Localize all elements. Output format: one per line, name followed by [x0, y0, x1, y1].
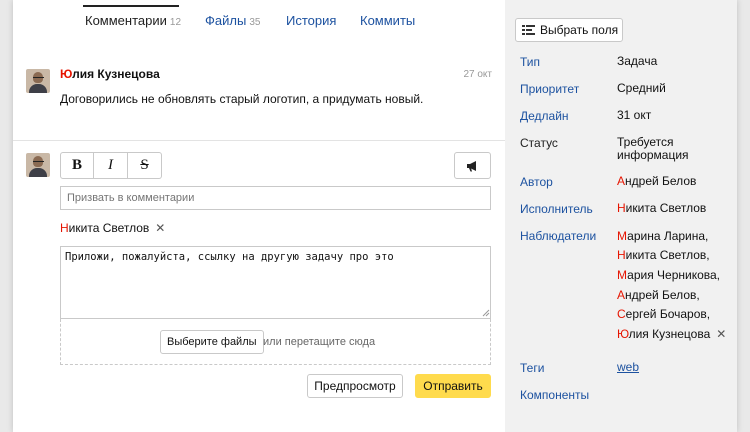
type-value[interactable]: Задача — [617, 55, 657, 68]
status-value[interactable]: Требуется информация — [617, 136, 689, 162]
tag-link[interactable]: web — [617, 361, 639, 374]
deadline-value[interactable]: 31 окт — [617, 109, 651, 122]
comment-date[interactable]: 27 окт — [463, 69, 492, 80]
type-label[interactable]: Тип — [520, 55, 540, 69]
issue-page: Комментарии 12 Файлы 35 История Коммиты Юл… — [13, 0, 737, 432]
preview-button[interactable]: Предпросмотр — [307, 374, 403, 398]
mentioned-person: Никита Светлов ✕ — [60, 221, 166, 235]
tab-label: Файлы — [205, 13, 247, 28]
watcher-item[interactable]: Никита Светлов, — [617, 248, 710, 262]
tab-label: Комментарии — [85, 13, 167, 28]
watcher-item[interactable]: Марина Ларина, — [617, 229, 708, 243]
megaphone-button[interactable] — [454, 152, 491, 179]
megaphone-icon — [466, 160, 476, 171]
avatar — [26, 153, 50, 177]
author-label[interactable]: Автор — [520, 175, 553, 189]
watcher-item[interactable]: Мария Черникова, — [617, 268, 720, 282]
tabs-bar: Комментарии 12 Файлы 35 История Коммиты — [13, 0, 505, 36]
active-tab-indicator — [83, 5, 179, 7]
fields-list-icon — [522, 24, 535, 35]
close-icon[interactable]: ✕ — [716, 327, 726, 341]
choose-files-button[interactable]: Выберите файлы — [160, 330, 264, 354]
tab-count: 12 — [169, 17, 182, 28]
tab-commits[interactable]: Коммиты — [360, 13, 415, 28]
deadline-label[interactable]: Дедлайн — [520, 109, 569, 123]
choose-fields-label: Выбрать поля — [540, 23, 619, 37]
bold-button[interactable]: B — [60, 152, 94, 179]
tab-history[interactable]: История — [286, 13, 336, 28]
tab-files[interactable]: Файлы 35 — [205, 13, 260, 28]
watchers-label[interactable]: Наблюдатели — [520, 229, 596, 243]
author-value[interactable]: Андрей Белов — [617, 175, 696, 188]
italic-button[interactable]: I — [94, 152, 128, 179]
comment-author[interactable]: Юлия Кузнецова — [60, 67, 160, 81]
strikethrough-button[interactable]: S — [128, 152, 162, 179]
close-icon[interactable]: ✕ — [155, 221, 165, 235]
mention-input[interactable] — [60, 186, 491, 210]
watcher-item[interactable]: Сергей Бочаров, — [617, 307, 710, 321]
comment-textarea[interactable]: Приложи, пожалуйста, ссылку на другую за… — [60, 246, 491, 319]
comments-panel: Комментарии 12 Файлы 35 История Коммиты Юл… — [13, 0, 505, 432]
components-label[interactable]: Компоненты — [520, 388, 589, 402]
properties-sidebar: Выбрать поля Тип Задача Приоритет Средни… — [505, 0, 737, 432]
priority-label[interactable]: Приоритет — [520, 82, 579, 96]
choose-fields-button[interactable]: Выбрать поля — [515, 18, 623, 42]
comment-text: Договорились не обновлять старый логотип… — [60, 92, 424, 106]
format-toolbar: B I S — [60, 152, 162, 179]
tags-label[interactable]: Теги — [520, 361, 544, 375]
tab-label: Коммиты — [360, 13, 416, 28]
divider — [13, 140, 505, 141]
status-label: Статус — [520, 136, 558, 150]
avatar[interactable] — [26, 69, 50, 93]
watcher-item[interactable]: Андрей Белов, — [617, 288, 700, 302]
assignee-label[interactable]: Исполнитель — [520, 202, 593, 216]
send-button[interactable]: Отправить — [415, 374, 491, 398]
resize-grip-icon[interactable] — [482, 309, 490, 317]
tab-label: История — [286, 13, 337, 28]
tab-count: 35 — [249, 17, 261, 28]
tab-comments[interactable]: Комментарии 12 — [85, 13, 181, 28]
priority-value[interactable]: Средний — [617, 82, 666, 95]
drop-hint: или перетащите сюда — [263, 336, 376, 348]
assignee-value[interactable]: Никита Светлов — [617, 202, 706, 215]
watcher-item[interactable]: Юлия Кузнецова ✕ — [617, 327, 726, 341]
